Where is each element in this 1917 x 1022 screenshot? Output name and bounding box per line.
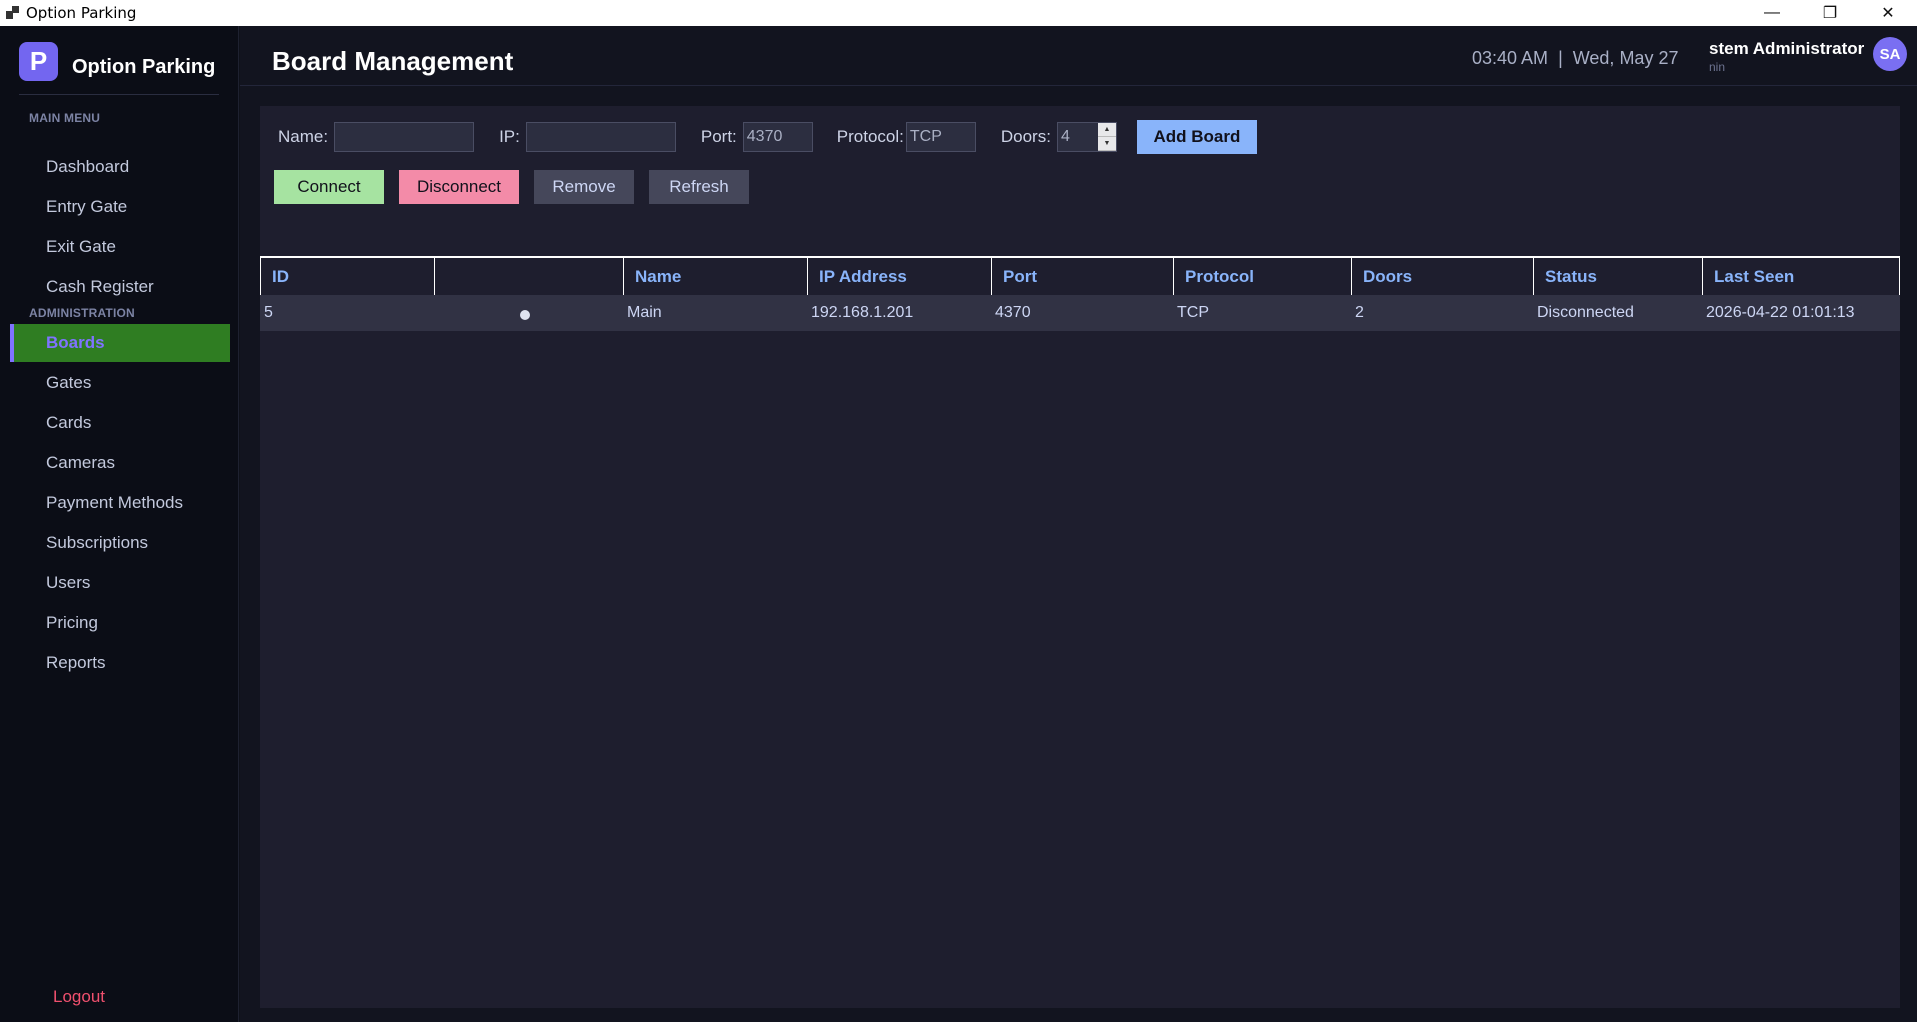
- cell-ip: 192.168.1.201: [811, 304, 914, 321]
- column-header-id[interactable]: ID: [261, 258, 435, 295]
- board-panel: Name: IP: Port: Protocol: Doors: ▲ ▼ Add…: [260, 106, 1900, 1008]
- column-header-indicator[interactable]: [435, 258, 624, 295]
- minimize-button[interactable]: —: [1743, 0, 1801, 26]
- remove-button[interactable]: Remove: [534, 170, 634, 204]
- close-window-button[interactable]: ✕: [1859, 0, 1917, 26]
- add-board-button[interactable]: Add Board: [1136, 119, 1257, 154]
- ip-input[interactable]: [525, 121, 676, 152]
- boards-table: ID Name IP Address Port Protocol Doors S…: [260, 256, 1900, 331]
- column-header-ip[interactable]: IP Address: [808, 258, 992, 295]
- sidebar-item-entry-gate[interactable]: Entry Gate: [10, 188, 230, 226]
- sidebar-item-users[interactable]: Users: [10, 564, 230, 602]
- logout-button[interactable]: Logout: [53, 987, 105, 1007]
- column-header-port[interactable]: Port: [992, 258, 1174, 295]
- sidebar-item-pricing[interactable]: Pricing: [10, 604, 230, 642]
- cell-name: Main: [627, 304, 662, 321]
- main-menu-label: MAIN MENU: [29, 111, 101, 125]
- disconnect-button[interactable]: Disconnect: [399, 170, 519, 204]
- cell-id: 5: [264, 304, 273, 321]
- app-logo: P: [19, 42, 58, 81]
- sidebar-item-dashboard[interactable]: Dashboard: [10, 148, 230, 186]
- sidebar-item-boards[interactable]: Boards: [10, 324, 230, 362]
- clock-separator: |: [1558, 48, 1563, 68]
- name-input[interactable]: [334, 121, 475, 152]
- status-dot-icon: [520, 310, 530, 320]
- brand-name: Option Parking: [72, 56, 216, 78]
- ip-label: IP:: [499, 126, 520, 146]
- window-title: Option Parking: [26, 4, 137, 22]
- window-titlebar: Option Parking — ❐ ✕: [0, 0, 1917, 26]
- header-divider: [240, 85, 1917, 86]
- main-content: Board Management 03:40 AM | Wed, May 27 …: [240, 26, 1917, 1022]
- protocol-input[interactable]: [905, 121, 976, 152]
- sidebar-item-reports[interactable]: Reports: [10, 644, 230, 682]
- add-board-form: Name: IP: Port: Protocol: Doors: ▲ ▼ Add…: [278, 119, 1257, 154]
- port-label: Port:: [700, 126, 737, 146]
- divider: [19, 94, 219, 95]
- user-role: nin: [1709, 60, 1726, 74]
- clock: 03:40 AM | Wed, May 27: [1472, 48, 1678, 69]
- clock-time: 03:40 AM: [1472, 48, 1549, 68]
- sidebar: P Option Parking MAIN MENU Dashboard Ent…: [0, 26, 239, 1022]
- refresh-button[interactable]: Refresh: [649, 170, 749, 204]
- restore-button[interactable]: ❐: [1801, 0, 1859, 26]
- cell-protocol: TCP: [1177, 304, 1209, 321]
- column-header-last-seen[interactable]: Last Seen: [1703, 258, 1900, 295]
- name-label: Name:: [278, 126, 329, 146]
- spin-up-icon[interactable]: ▲: [1097, 123, 1116, 137]
- brand: P Option Parking: [19, 42, 215, 81]
- cell-port: 4370: [995, 304, 1031, 321]
- cell-indicator: [434, 295, 623, 331]
- sidebar-item-subscriptions[interactable]: Subscriptions: [10, 524, 230, 562]
- connect-button[interactable]: Connect: [274, 170, 384, 204]
- column-header-protocol[interactable]: Protocol: [1174, 258, 1352, 295]
- cell-last-seen: 2026-04-22 01:01:13: [1706, 304, 1855, 321]
- clock-date: Wed, May 27: [1572, 48, 1679, 68]
- cell-doors: 2: [1355, 304, 1364, 321]
- protocol-label: Protocol:: [836, 126, 904, 146]
- sidebar-item-cash-register[interactable]: Cash Register: [10, 268, 230, 306]
- administration-label: ADMINISTRATION: [29, 306, 135, 320]
- column-header-status[interactable]: Status: [1534, 258, 1703, 295]
- user-name: stem Administrator: [1709, 39, 1865, 58]
- port-input[interactable]: [742, 121, 813, 152]
- sidebar-item-payment-methods[interactable]: Payment Methods: [10, 484, 230, 522]
- sidebar-item-exit-gate[interactable]: Exit Gate: [10, 228, 230, 266]
- column-header-doors[interactable]: Doors: [1352, 258, 1534, 295]
- avatar[interactable]: SA: [1873, 37, 1907, 71]
- doors-label: Doors:: [1000, 126, 1051, 146]
- action-buttons: Connect Disconnect Remove Refresh: [274, 170, 749, 204]
- spin-down-icon[interactable]: ▼: [1097, 137, 1116, 151]
- cell-status: Disconnected: [1537, 304, 1634, 321]
- doors-stepper[interactable]: ▲ ▼: [1056, 121, 1117, 152]
- table-row[interactable]: 5 Main 192.168.1.201 4370 TCP 2 Disconne…: [260, 295, 1900, 331]
- sidebar-item-gates[interactable]: Gates: [10, 364, 230, 402]
- app-window-icon: [6, 6, 20, 20]
- sidebar-item-cameras[interactable]: Cameras: [10, 444, 230, 482]
- page-title: Board Management: [272, 46, 514, 76]
- column-header-name[interactable]: Name: [624, 258, 808, 295]
- table-header: ID Name IP Address Port Protocol Doors S…: [260, 256, 1900, 295]
- sidebar-item-cards[interactable]: Cards: [10, 404, 230, 442]
